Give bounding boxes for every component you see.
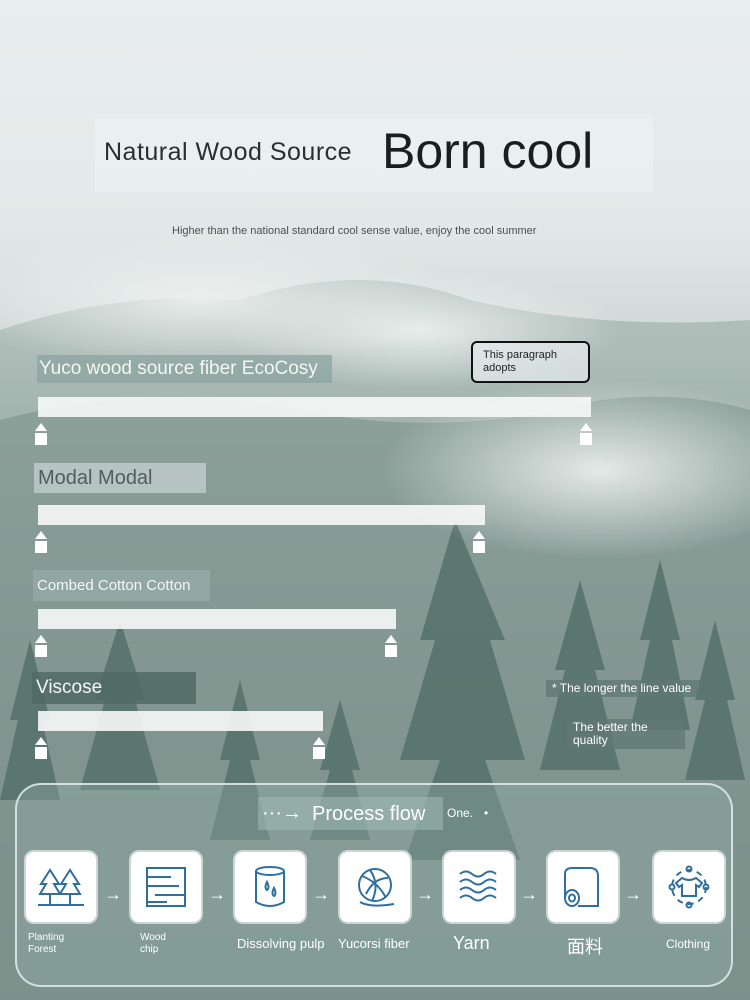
flow-arrow-icon: →	[520, 884, 538, 904]
step-label-planting: Planting Forest	[28, 932, 65, 955]
bar-end-marker	[580, 423, 592, 445]
fiber-label: Yuco wood source fiber EcoCosy	[37, 355, 332, 383]
forest-icon	[26, 852, 96, 922]
step-label-pulp: Dissolving pulp	[237, 936, 325, 951]
side-note-quality: The better the quality	[567, 719, 685, 749]
fiber-bar	[38, 397, 591, 417]
bar-end-marker	[313, 737, 325, 759]
step-label-wood-chip: Wood chip	[140, 932, 166, 955]
bar-start-marker	[35, 423, 47, 445]
dotted-arrow-icon: ···→	[262, 802, 302, 824]
headline-right: Born cool	[382, 123, 594, 179]
clothing-icon	[654, 852, 724, 922]
process-flow-dot: •	[484, 806, 489, 820]
bar-end-marker	[385, 635, 397, 657]
wood-chip-icon	[131, 852, 201, 922]
step-label-fiber: Yucorsi fiber	[338, 936, 410, 951]
process-flow-extra: One.	[447, 806, 474, 820]
step-label-yarn: Yarn	[453, 933, 490, 953]
fiber-bar	[38, 711, 323, 731]
fiber-ball-icon	[340, 852, 410, 922]
headline-left: Natural Wood Source	[104, 138, 353, 166]
step-label-clothing: Clothing	[666, 937, 711, 951]
bar-start-marker	[35, 635, 47, 657]
subtitle: Higher than the national standard cool s…	[172, 225, 537, 237]
side-note-longer: * The longer the line value	[546, 680, 700, 697]
flow-arrow-icon: →	[416, 884, 434, 904]
flow-arrow-icon: →	[104, 884, 122, 904]
fiber-label: Modal Modal	[34, 463, 206, 493]
flow-arrow-icon: →	[208, 884, 226, 904]
bar-start-marker	[35, 737, 47, 759]
pulp-icon	[235, 852, 305, 922]
bar-start-marker	[35, 531, 47, 553]
fiber-label: Combed Cotton Cotton	[33, 570, 210, 601]
fiber-label: Viscose	[32, 672, 196, 704]
bar-end-marker	[473, 531, 485, 553]
yarn-wave-icon	[444, 852, 514, 922]
process-flow-title: Process flow	[312, 803, 426, 825]
fiber-bar	[38, 609, 396, 629]
fabric-roll-icon	[548, 852, 618, 922]
flow-arrow-icon: →	[624, 884, 642, 904]
note-box: This paragraph adopts	[471, 341, 590, 383]
fiber-bar	[38, 505, 485, 525]
step-label-fabric: 面料	[567, 937, 603, 957]
flow-arrow-icon: →	[312, 884, 330, 904]
